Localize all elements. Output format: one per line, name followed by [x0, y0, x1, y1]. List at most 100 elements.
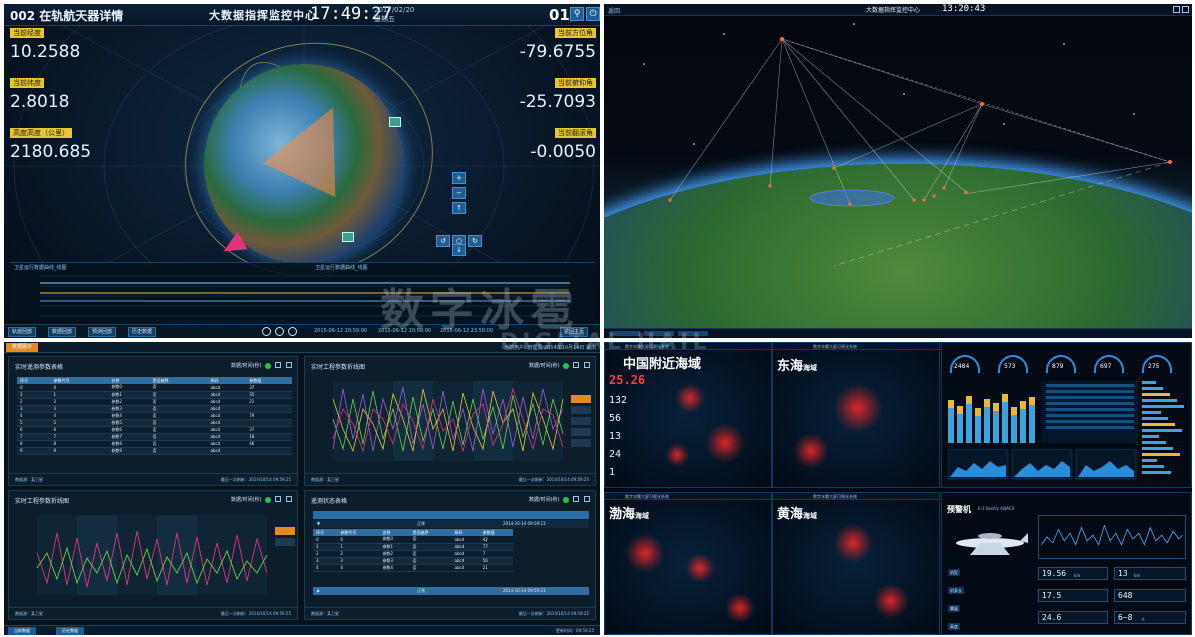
yellow-sea-map[interactable]: 数字冰雹大屏可视化系统 黄海海域 [772, 492, 940, 635]
history-button[interactable]: 历史数据 [128, 327, 157, 337]
bar [1142, 435, 1159, 438]
table-row[interactable]: 6 6 参数6 否 abcd 37 [17, 426, 292, 434]
stat-value: 24.6 [1042, 613, 1062, 622]
date: 2017/02/20 星期五 [374, 6, 415, 23]
power-button[interactable]: ⏻ [586, 7, 600, 21]
satellite-icon[interactable] [342, 232, 354, 242]
bar [1142, 399, 1177, 402]
history-data-button[interactable]: 历史数据 [56, 627, 84, 635]
data-playback-button[interactable]: 数据回放 [48, 327, 77, 337]
panel-subtitle: E-3 Sentry AWACS [978, 506, 1015, 511]
current-data-button[interactable]: 当前数据 [8, 627, 36, 635]
bar [1029, 397, 1035, 406]
prev-icon[interactable] [262, 327, 271, 336]
legend-item[interactable] [275, 527, 295, 535]
table-row[interactable]: 2 2 参数2 否 abcd 7 [313, 550, 513, 558]
table-cell [246, 447, 292, 455]
expand-icon[interactable] [584, 496, 590, 502]
last-refresh: 最后一次刷新：2014/10/14 09:59:25 [220, 477, 291, 482]
table-cell: 7 [17, 433, 51, 441]
map-header: 数字冰雹大屏可视化系统 [773, 493, 939, 500]
table-row[interactable]: 7 7 参数7 否 abcd 18 [17, 433, 292, 441]
rotate-right-button[interactable]: ↻ [468, 235, 482, 247]
table-cell: 3 [50, 405, 109, 413]
group-row[interactable]: ▶ 正常 2014-10-14 09:59:23 [313, 587, 589, 595]
expand-icon[interactable] [286, 496, 292, 502]
satellite-icon[interactable] [389, 117, 401, 127]
column-header: 名称 [379, 529, 410, 536]
table-row[interactable]: 0 0 参数0 否 abcd 42 [313, 536, 513, 544]
table-row[interactable]: 3 3 参数3 否 abcd [17, 405, 292, 413]
legend-item[interactable] [571, 395, 591, 403]
table-row[interactable]: 4 4 参数4 否 abcd 79 [17, 412, 292, 420]
column-header: 原码 [207, 377, 247, 384]
table-cell: 0 [337, 536, 380, 544]
table-cell [246, 419, 292, 427]
table-cell: abcd [207, 412, 247, 420]
play-icon[interactable] [275, 327, 284, 336]
zoom-out-button[interactable]: − [452, 187, 466, 199]
table-row[interactable]: 1 1 参数1 否 abcd 77 [313, 543, 513, 551]
table-row[interactable]: 2 2 参数2 否 abcd 21 [17, 398, 292, 406]
table-cell: 8 [17, 440, 51, 448]
track-playback-button[interactable]: 轨迹回放 [8, 327, 37, 337]
card-legend: 数据/时间(秒) [231, 363, 262, 369]
status-indicator [563, 497, 569, 503]
tab-data-display[interactable]: 数据展示 [6, 343, 39, 352]
list-icon[interactable] [275, 496, 281, 502]
series-legend [571, 395, 591, 471]
up-button[interactable]: ↑ [452, 202, 466, 214]
engineering-chart-card: 实时工程参数折线图 数据/时间(秒) 数据源：某卫星 最后一次刷新：2014/1… [304, 356, 596, 486]
stat-value: 6~8 [1118, 613, 1133, 622]
table-cell: 1 [17, 391, 51, 399]
bar [1142, 405, 1184, 408]
east-sea-map[interactable]: 数字冰雹大屏可视化系统 东海海域 [772, 342, 940, 488]
expand-icon[interactable] [584, 362, 590, 368]
down-button[interactable]: ↓ [452, 244, 466, 256]
rotate-left-button[interactable]: ↺ [436, 235, 450, 247]
table-row[interactable]: 5 5 参数5 否 abcd [17, 419, 292, 427]
legend-item[interactable] [571, 439, 591, 447]
table-cell: 1 [50, 391, 109, 399]
stat-value: 1 [609, 467, 616, 478]
last-refresh: 最后一次刷新：2014/10/14 09:59:25 [518, 611, 589, 616]
list-icon[interactable] [573, 496, 579, 502]
card-footer: 数据源：某卫星 最后一次刷新：2014/10/14 09:59:25 [305, 607, 595, 619]
table-row[interactable]: 8 8 参数8 否 abcd 46 [17, 440, 292, 448]
table-cell: 42 [479, 536, 513, 544]
table-row[interactable]: 1 1 参数1 否 abcd 35 [17, 391, 292, 399]
table-row[interactable]: 0 0 参数0 否 abcd 37 [17, 384, 292, 392]
bohai-sea-map[interactable]: 数字冰雹大屏可视化系统 渤海海域 [604, 492, 772, 635]
table-cell: 21 [246, 398, 292, 406]
table-row[interactable]: 9 9 参数9 否 abcd [17, 447, 292, 455]
status-indicator [563, 363, 569, 369]
table-row[interactable]: 4 4 参数4 否 abcd 21 [313, 564, 513, 572]
legend-item[interactable] [571, 406, 591, 414]
panel-title: 预警机 [947, 505, 971, 514]
legend-item[interactable] [571, 428, 591, 436]
forecast-playback-button[interactable]: 预测回放 [88, 327, 117, 337]
legend-item[interactable] [275, 538, 295, 546]
engineering-chart-card: 实时工程参数折线图 数据/时间(秒) 数据源：某卫星 最后一次刷新：2014/1… [8, 490, 298, 620]
table-cell: 3 [337, 557, 380, 565]
zoom-in-button[interactable]: + [452, 172, 466, 184]
search-button[interactable]: ⚲ [570, 7, 584, 21]
bottom-bar: 当前数据 历史数据 更新时间：09:59:25 [4, 625, 600, 635]
list-icon[interactable] [573, 362, 579, 368]
bar [1142, 465, 1164, 468]
expand-icon[interactable] [286, 362, 292, 368]
group-row[interactable]: ▼ 正常 2014-10-14 09:59:23 [313, 520, 589, 528]
pause-icon[interactable] [288, 327, 297, 336]
group-time: 2014-10-14 09:59:23 [503, 521, 546, 526]
sea-title: 渤海海域 [609, 507, 650, 522]
list-icon[interactable] [275, 362, 281, 368]
table-row[interactable]: 3 3 参数3 否 abcd 56 [313, 557, 513, 565]
map-header: 数字冰雹大屏可视化系统 [605, 493, 771, 500]
expand-icon[interactable]: ▶ [317, 588, 320, 593]
table-cell: 2 [50, 398, 109, 406]
expand-icon[interactable]: ▼ [317, 521, 320, 526]
table-cell: 9 [17, 447, 51, 455]
legend-item[interactable] [571, 417, 591, 425]
stacked-bar-chart [948, 381, 1038, 443]
china-sea-map[interactable]: 数字冰雹大屏可视化系统 中国附近海域 25.26 132 56 13 24 1 [604, 342, 772, 488]
